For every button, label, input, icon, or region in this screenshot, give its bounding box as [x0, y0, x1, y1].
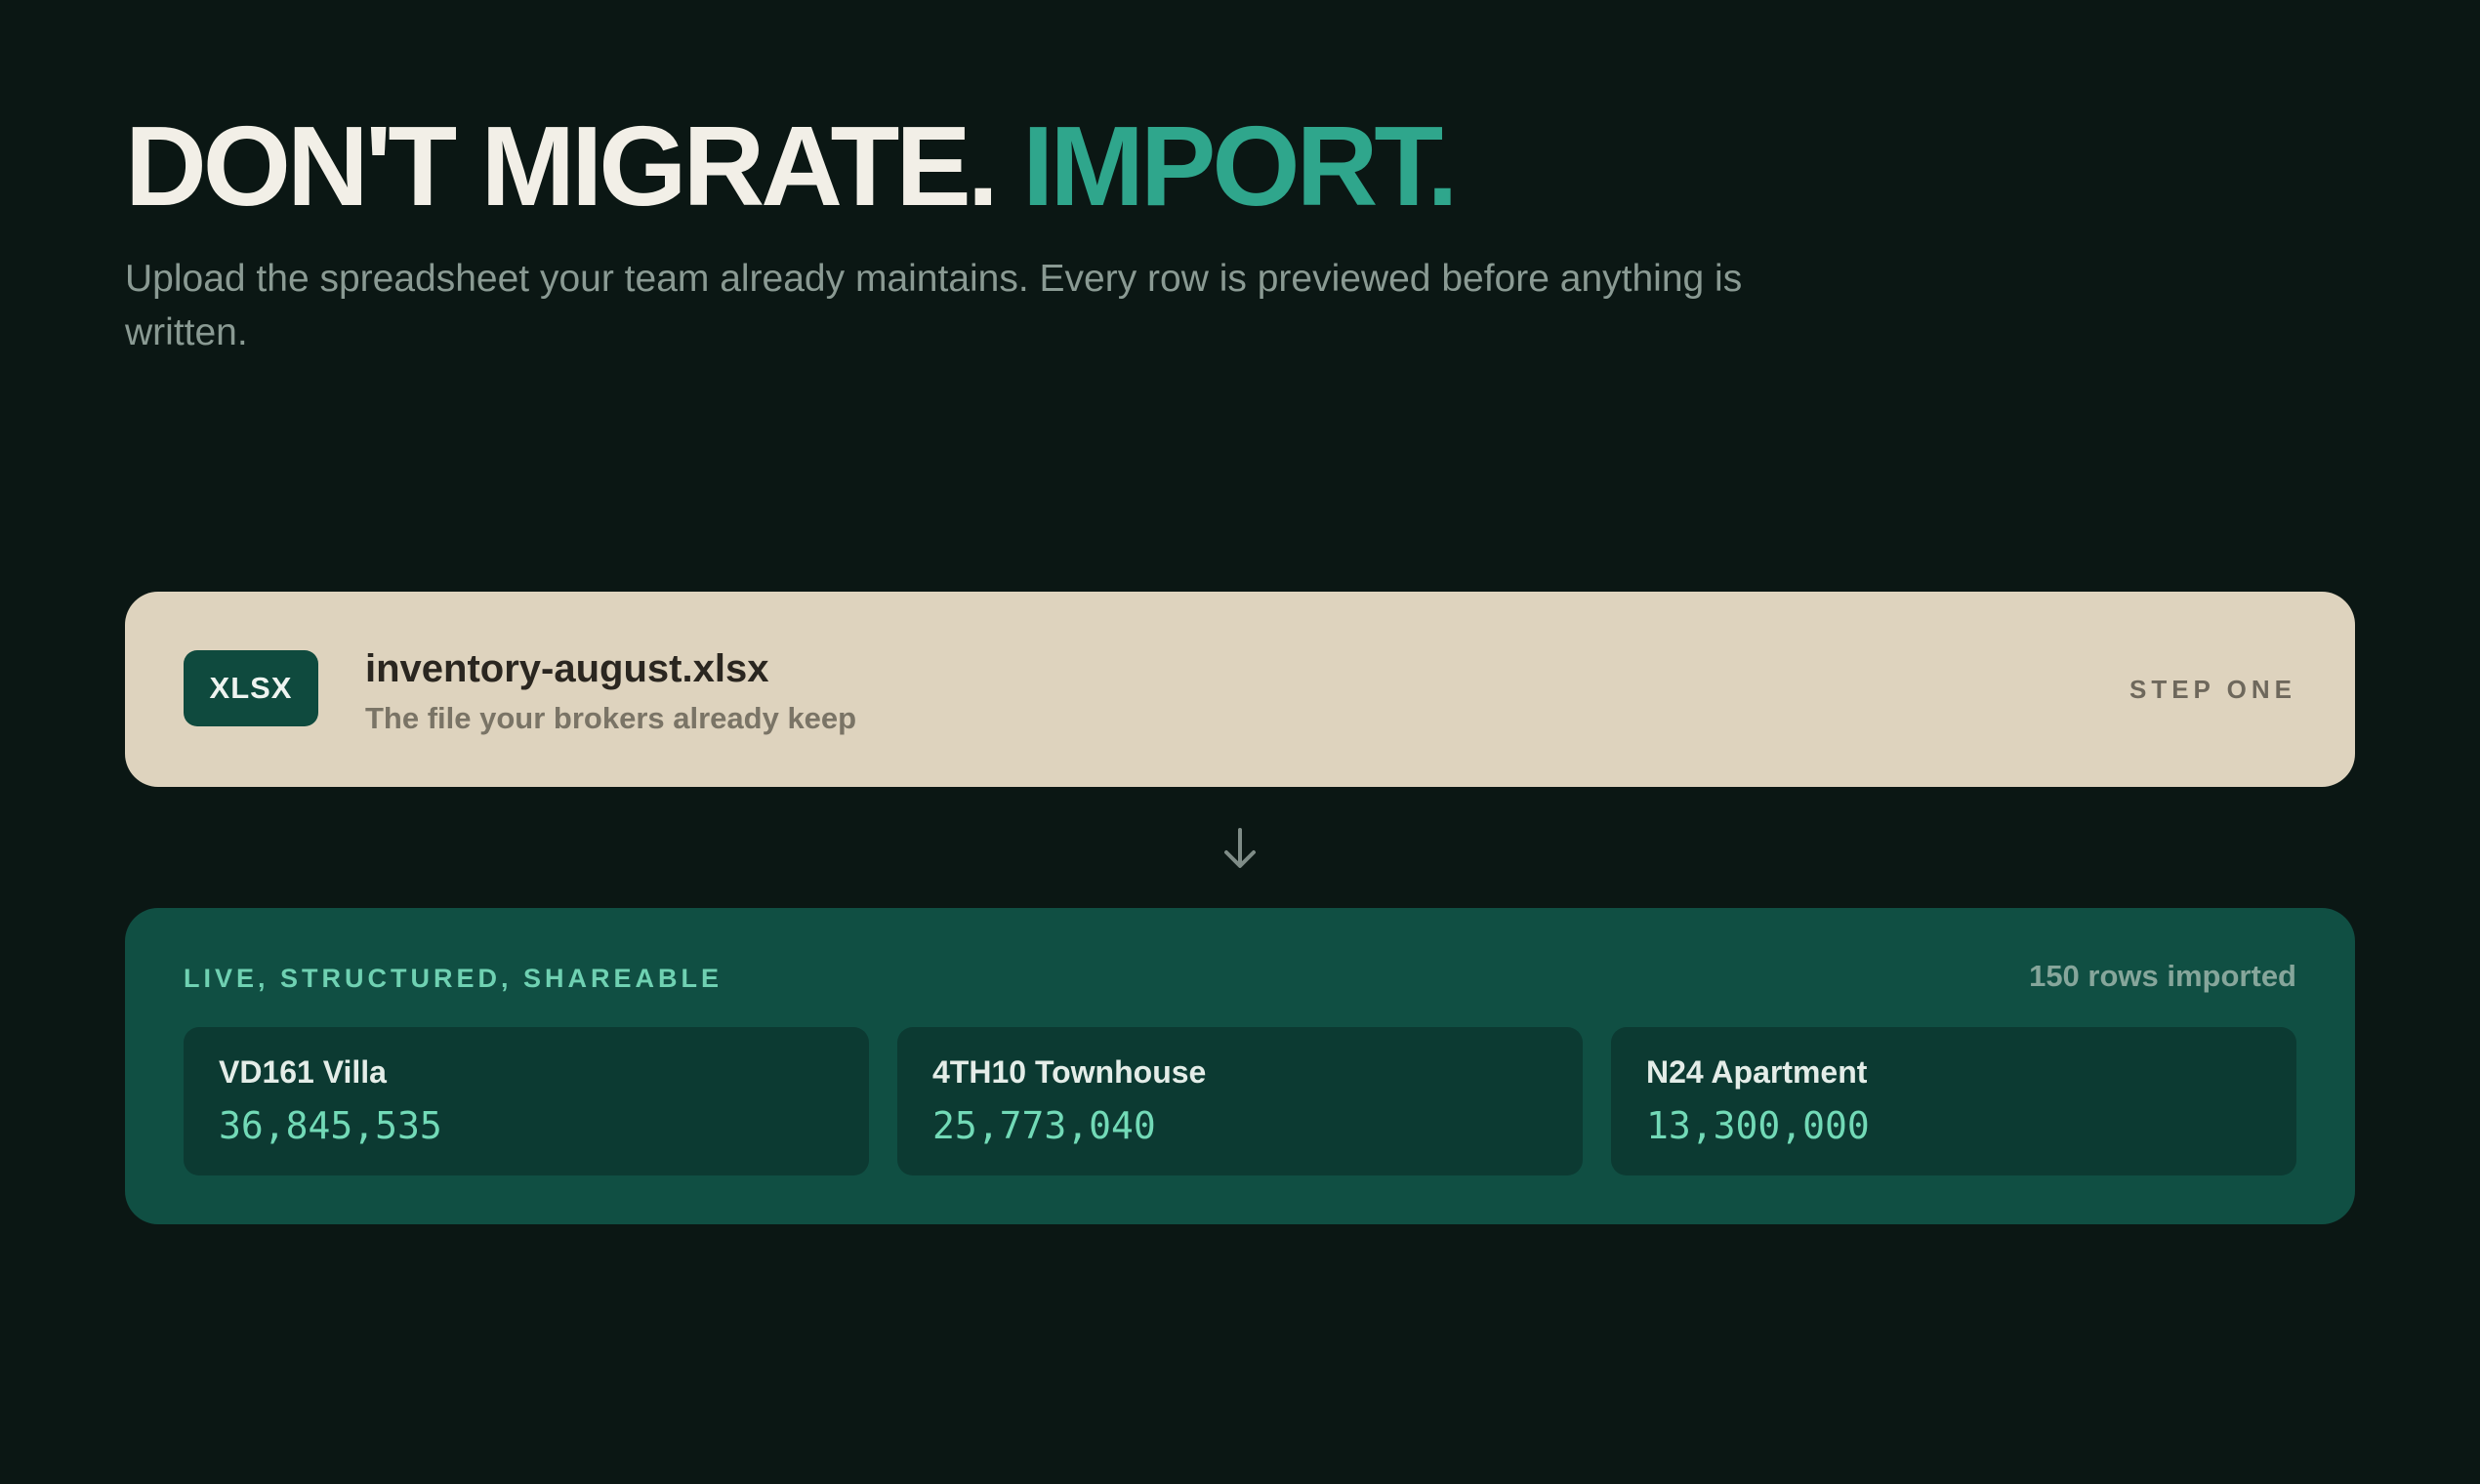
listing-name: 4TH10 Townhouse	[932, 1054, 1207, 1090]
rows-imported-count: 150 rows imported	[2029, 959, 2296, 993]
listing-card[interactable]: VD161 Villa 36,845,535	[184, 1027, 869, 1175]
hero-subtitle: Upload the spreadsheet your team already…	[125, 258, 1743, 353]
listing-card[interactable]: 4TH10 Townhouse 25,773,040	[897, 1027, 1583, 1175]
import-result-card: LIVE, STRUCTURED, SHAREABLE 150 rows imp…	[125, 908, 2355, 1224]
hero-title-accent: IMPORT.	[1022, 103, 1458, 229]
source-file-card: XLSX inventory-august.xlsx The file your…	[125, 592, 2355, 787]
hero-title: DON'T MIGRATE. IMPORT.	[125, 98, 1459, 234]
listing-name: VD161 Villa	[219, 1054, 387, 1090]
listing-name: N24 Apartment	[1646, 1054, 1868, 1090]
hero-title-main: DON'T MIGRATE.	[125, 103, 999, 229]
listing-card[interactable]: N24 Apartment 13,300,000	[1611, 1027, 2296, 1175]
listing-price: 36,845,535	[219, 1104, 442, 1147]
arrow-down-icon	[1224, 828, 1256, 868]
listing-price: 13,300,000	[1646, 1104, 1870, 1147]
file-description: The file your brokers already keep	[365, 701, 857, 735]
file-type-badge: XLSX	[184, 650, 318, 726]
result-label: LIVE, STRUCTURED, SHAREABLE	[184, 964, 723, 993]
step-label: STEP ONE	[2129, 675, 2296, 704]
listing-price: 25,773,040	[932, 1104, 1156, 1147]
file-name: inventory-august.xlsx	[365, 647, 769, 690]
